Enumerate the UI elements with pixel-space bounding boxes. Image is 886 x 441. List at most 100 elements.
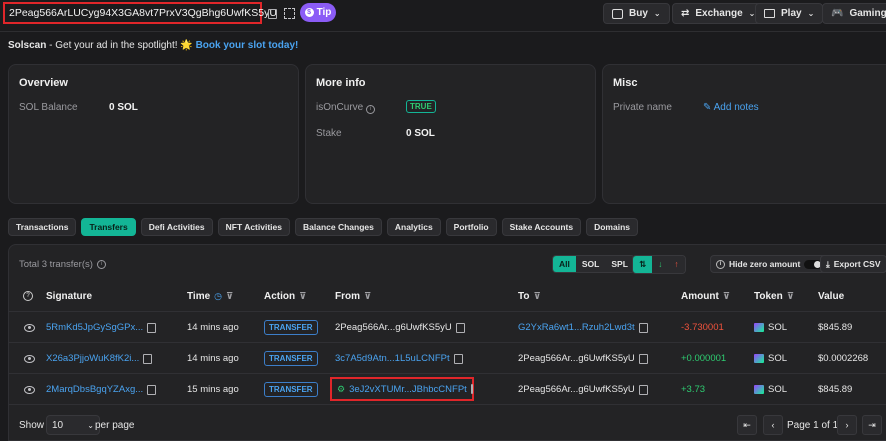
- total-transfers: Total 3 transfer(s) i: [19, 259, 106, 270]
- qr-code-icon[interactable]: [284, 8, 295, 19]
- per-page-label: per page: [95, 420, 135, 431]
- chevron-down-icon: ⌄: [807, 9, 815, 18]
- tab-nft-activities[interactable]: NFT Activities: [217, 218, 290, 236]
- tab-transfers[interactable]: Transfers: [81, 218, 136, 236]
- next-page-button[interactable]: ›: [837, 415, 857, 435]
- export-csv-button[interactable]: ⤓ Export CSV: [820, 255, 886, 273]
- filter-icon[interactable]: ⊽: [364, 291, 371, 302]
- filter-icon[interactable]: ⊽: [723, 291, 730, 302]
- action-badge: TRANSFER: [264, 382, 318, 397]
- show-label: Show: [19, 420, 45, 431]
- add-notes-link[interactable]: ✎ Add notes: [703, 102, 759, 113]
- misc-card: Misc Private name ✎ Add notes: [602, 64, 886, 204]
- tab-defi-activities[interactable]: Defi Activities: [140, 218, 213, 236]
- info-icon: i: [96, 260, 106, 269]
- clock-icon[interactable]: ◷: [214, 291, 222, 302]
- copy-icon[interactable]: [638, 322, 648, 333]
- copy-icon[interactable]: [147, 322, 157, 333]
- page-size-select[interactable]: 10 ⌄: [46, 415, 100, 435]
- to-address[interactable]: 2Peag566Ar...g6UwfKS5yU: [518, 384, 635, 395]
- copy-icon[interactable]: [143, 353, 153, 364]
- token-filter: All SOL SPL: [552, 255, 635, 273]
- time-ago: 15 mins ago: [187, 384, 239, 395]
- play-menu[interactable]: Play ⌄: [755, 3, 824, 24]
- stake-value: 0 SOL: [406, 128, 435, 139]
- col-from: From ⊽: [335, 291, 372, 302]
- activity-tabs: Transactions Transfers Defi Activities N…: [8, 218, 638, 236]
- filter-spl[interactable]: SPL: [605, 256, 634, 272]
- exchange-menu[interactable]: ⇄ Exchange ⌄: [672, 3, 765, 24]
- tip-button[interactable]: $ Tip: [300, 3, 336, 22]
- from-address[interactable]: 3eJ2vXTUMr...JBhbcCNFPt: [349, 384, 467, 395]
- play-icon: [764, 9, 775, 18]
- table-row: X26a3PjjoWuK8fK2i... 14 mins ago TRANSFE…: [9, 342, 886, 374]
- solana-icon: [754, 385, 764, 394]
- transfers-panel: Total 3 transfer(s) i All SOL SPL ⇅ ↓ ↑ …: [8, 244, 886, 441]
- token-name[interactable]: SOL: [768, 353, 787, 364]
- action-badge: TRANSFER: [264, 320, 318, 335]
- amount: -3.730001: [681, 322, 724, 333]
- gaming-menu[interactable]: 🎮 Gaming: [822, 3, 886, 24]
- col-to: To ⊽: [518, 291, 541, 302]
- tab-portfolio[interactable]: Portfolio: [445, 218, 497, 236]
- signature-link[interactable]: X26a3PjjoWuK8fK2i...: [46, 353, 139, 364]
- eye-icon[interactable]: [24, 323, 35, 332]
- filter-icon[interactable]: ⊽: [533, 291, 540, 302]
- buy-menu[interactable]: Buy ⌄: [603, 3, 670, 24]
- from-address[interactable]: 2Peag566Ar...g6UwfKS5yU: [335, 322, 452, 333]
- prev-page-button[interactable]: ‹: [763, 415, 783, 435]
- copy-icon[interactable]: [470, 384, 473, 394]
- buy-icon: [612, 8, 623, 19]
- copy-icon[interactable]: [453, 353, 463, 364]
- eye-icon[interactable]: [24, 385, 35, 394]
- pencil-icon: ✎: [703, 102, 712, 113]
- to-address[interactable]: 2Peag566Ar...g6UwfKS5yU: [518, 353, 635, 364]
- tab-analytics[interactable]: Analytics: [386, 218, 441, 236]
- filter-all[interactable]: All: [553, 256, 576, 272]
- exchange-icon: ⇄: [681, 8, 690, 19]
- solana-icon: [754, 323, 764, 332]
- book-slot-link[interactable]: Book your slot today!: [196, 40, 299, 51]
- copy-icon[interactable]: [638, 353, 648, 364]
- copy-icon[interactable]: [268, 9, 277, 19]
- hide-zero-toggle[interactable]: i Hide zero amount: [710, 255, 829, 273]
- tab-stake-accounts[interactable]: Stake Accounts: [501, 218, 582, 236]
- more-info-title: More info: [316, 77, 366, 89]
- tab-transactions[interactable]: Transactions: [8, 218, 77, 236]
- copy-icon[interactable]: [455, 322, 465, 333]
- misc-title: Misc: [613, 77, 638, 89]
- usd-value: $845.89: [818, 384, 853, 395]
- tab-balance-changes[interactable]: Balance Changes: [295, 218, 382, 236]
- filter-sol[interactable]: SOL: [575, 256, 606, 272]
- from-address[interactable]: 3c7A5d9Atn...1L5uLCNFPt: [335, 353, 450, 364]
- download-icon: ⤓: [826, 258, 830, 269]
- signature-link[interactable]: 5RmKd5JpGySgGPx...: [46, 322, 143, 333]
- chevron-down-icon: ⌄: [653, 9, 661, 18]
- first-page-button[interactable]: ⇤: [737, 415, 757, 435]
- usd-value: $845.89: [818, 322, 853, 333]
- token-name[interactable]: SOL: [768, 384, 787, 395]
- token-name[interactable]: SOL: [768, 322, 787, 333]
- info-icon: i: [366, 105, 376, 114]
- col-action: Action ⊽: [264, 291, 307, 302]
- col-value: Value: [818, 291, 845, 302]
- tab-domains[interactable]: Domains: [586, 218, 638, 236]
- account-address: 2Peag566ArLUCyg94X3GA8vt7PrxV3QgBhg6UwfK…: [9, 7, 277, 19]
- copy-icon[interactable]: [147, 384, 157, 395]
- outgoing-arrow-icon[interactable]: ↑: [668, 256, 685, 273]
- address-title: 2Peag566ArLUCyg94X3GA8vt7PrxV3QgBhg6UwfK…: [3, 2, 277, 24]
- highlighted-from-cell: ⚙ 3eJ2vXTUMr...JBhbcCNFPt: [330, 377, 474, 401]
- filter-icon[interactable]: ⊽: [787, 291, 794, 302]
- both-directions-icon[interactable]: ⇅: [633, 256, 653, 273]
- copy-icon[interactable]: [638, 384, 648, 395]
- action-badge: TRANSFER: [264, 351, 318, 366]
- filter-icon[interactable]: ⊽: [226, 291, 233, 302]
- filter-icon[interactable]: ⊽: [299, 291, 306, 302]
- signature-link[interactable]: 2MarqDbsBgqYZAxg...: [46, 384, 143, 395]
- pagination-bar: Show 10 ⌄ per page ⇤ ‹ Page 1 of 1 › ⇥: [9, 404, 886, 441]
- last-page-button[interactable]: ⇥: [862, 415, 882, 435]
- to-address[interactable]: G2YxRa6wt1...Rzuh2Lwd3t: [518, 322, 635, 333]
- eye-icon[interactable]: [24, 354, 35, 363]
- incoming-arrow-icon[interactable]: ↓: [652, 256, 669, 273]
- amount: +3.73: [681, 384, 706, 395]
